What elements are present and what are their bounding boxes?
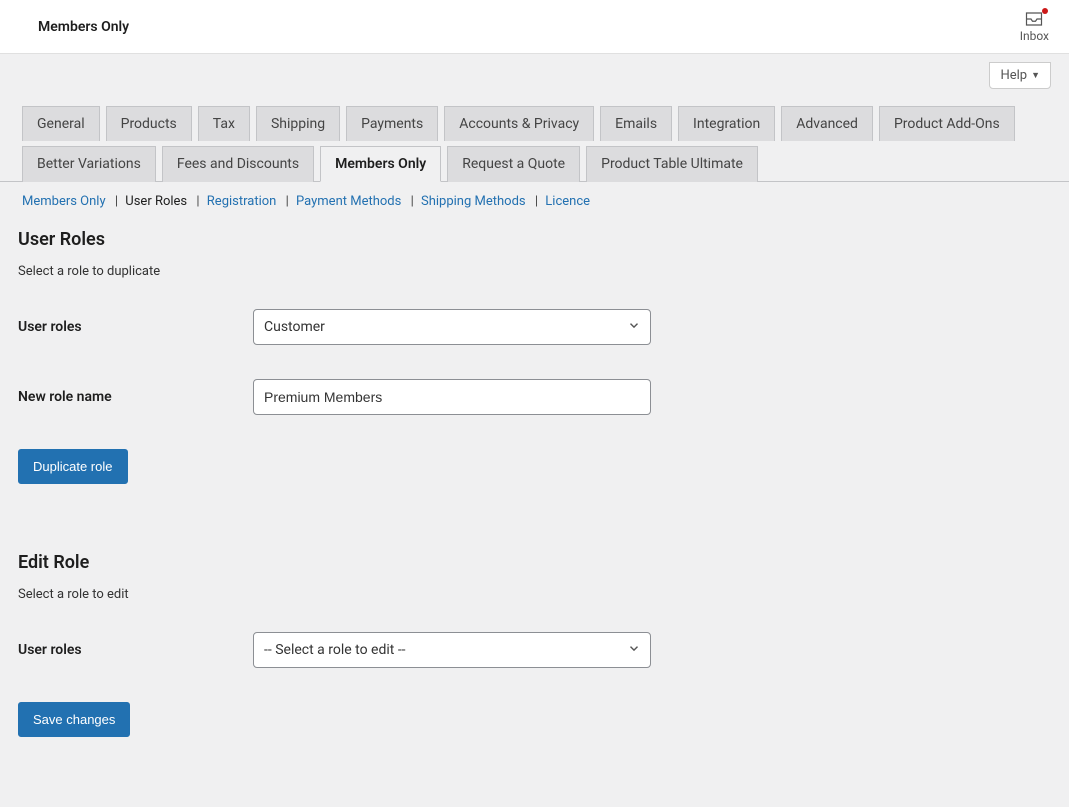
tab-product-addons[interactable]: Product Add-Ons bbox=[879, 106, 1015, 141]
subnav-licence[interactable]: Licence bbox=[545, 194, 590, 209]
help-label: Help bbox=[1000, 68, 1027, 83]
select-value: -- Select a role to edit -- bbox=[253, 632, 651, 668]
subnav-shipping-methods[interactable]: Shipping Methods bbox=[421, 194, 526, 209]
edit-user-roles-label: User roles bbox=[18, 642, 253, 658]
inbox-icon bbox=[1025, 11, 1043, 27]
help-toggle[interactable]: Help ▼ bbox=[989, 62, 1051, 89]
new-role-name-label: New role name bbox=[18, 389, 253, 405]
tab-request-quote[interactable]: Request a Quote bbox=[447, 146, 580, 182]
tab-accounts-privacy[interactable]: Accounts & Privacy bbox=[444, 106, 594, 141]
edit-user-roles-select[interactable]: -- Select a role to edit -- bbox=[253, 632, 651, 668]
save-changes-button[interactable]: Save changes bbox=[18, 702, 130, 737]
separator: | bbox=[196, 194, 199, 209]
tab-tax[interactable]: Tax bbox=[198, 106, 250, 141]
user-roles-select[interactable]: Customer bbox=[253, 309, 651, 345]
subnav-payment-methods[interactable]: Payment Methods bbox=[296, 194, 401, 209]
settings-tabs: General Products Tax Shipping Payments A… bbox=[0, 64, 1069, 182]
tab-integration[interactable]: Integration bbox=[678, 106, 775, 141]
tab-better-variations[interactable]: Better Variations bbox=[22, 146, 156, 182]
new-role-name-input[interactable] bbox=[253, 379, 651, 415]
sub-navigation: Members Only | User Roles | Registration… bbox=[0, 182, 1069, 223]
select-value: Customer bbox=[253, 309, 651, 345]
section-heading: Edit Role bbox=[18, 552, 1051, 573]
content-area: Help ▼ General Products Tax Shipping Pay… bbox=[0, 54, 1069, 807]
edit-role-section: Edit Role Select a role to edit User rol… bbox=[0, 552, 1069, 737]
tab-products[interactable]: Products bbox=[106, 106, 192, 141]
user-roles-section: User Roles Select a role to duplicate Us… bbox=[0, 229, 1069, 484]
separator: | bbox=[115, 194, 118, 209]
subnav-registration[interactable]: Registration bbox=[207, 194, 277, 209]
subnav-user-roles[interactable]: User Roles bbox=[125, 194, 187, 209]
tab-general[interactable]: General bbox=[22, 106, 100, 141]
subnav-members-only[interactable]: Members Only bbox=[22, 194, 106, 209]
duplicate-role-button[interactable]: Duplicate role bbox=[18, 449, 128, 484]
separator: | bbox=[535, 194, 538, 209]
inbox-label: Inbox bbox=[1020, 29, 1049, 43]
notification-dot-icon bbox=[1042, 8, 1048, 14]
top-bar: Members Only Inbox bbox=[0, 0, 1069, 54]
new-role-name-row: New role name bbox=[18, 379, 1051, 415]
inbox-button[interactable]: Inbox bbox=[1020, 11, 1049, 43]
caret-down-icon: ▼ bbox=[1031, 70, 1040, 81]
tab-payments[interactable]: Payments bbox=[346, 106, 438, 141]
separator: | bbox=[411, 194, 414, 209]
separator: | bbox=[286, 194, 289, 209]
tab-members-only[interactable]: Members Only bbox=[320, 146, 441, 182]
tab-advanced[interactable]: Advanced bbox=[781, 106, 873, 141]
user-roles-row: User roles Customer bbox=[18, 309, 1051, 345]
section-description: Select a role to edit bbox=[18, 587, 1051, 602]
tab-emails[interactable]: Emails bbox=[600, 106, 672, 141]
tab-shipping[interactable]: Shipping bbox=[256, 106, 340, 141]
user-roles-label: User roles bbox=[18, 319, 253, 335]
page-title: Members Only bbox=[38, 19, 129, 35]
tab-fees-discounts[interactable]: Fees and Discounts bbox=[162, 146, 314, 182]
section-heading: User Roles bbox=[18, 229, 1051, 250]
tab-product-table-ultimate[interactable]: Product Table Ultimate bbox=[586, 146, 758, 182]
section-description: Select a role to duplicate bbox=[18, 264, 1051, 279]
edit-user-roles-row: User roles -- Select a role to edit -- bbox=[18, 632, 1051, 668]
